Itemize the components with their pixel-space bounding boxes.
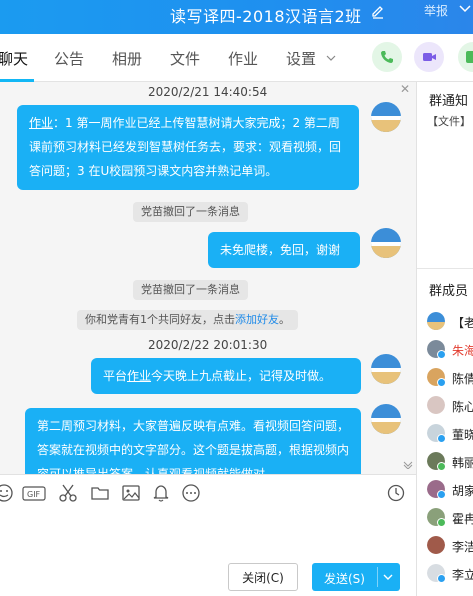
- add-friend-link[interactable]: 添加好友: [235, 313, 279, 326]
- status-badge: [437, 378, 446, 387]
- message-bubble[interactable]: 未免爬楼，免回，谢谢: [208, 232, 360, 268]
- member-item[interactable]: 陈倩: [427, 368, 473, 388]
- folder-icon[interactable]: [90, 483, 110, 503]
- gif-icon[interactable]: GIF: [22, 483, 46, 503]
- chevron-down-icon[interactable]: [458, 2, 472, 16]
- close-icon[interactable]: ✕: [400, 82, 410, 96]
- voice-call-button[interactable]: [372, 42, 402, 72]
- svg-text:GIF: GIF: [27, 490, 41, 499]
- scroll-down-icon[interactable]: [403, 461, 413, 469]
- members-title: 群成员: [429, 284, 469, 299]
- settings-chevron-icon[interactable]: [326, 54, 336, 62]
- chat-history[interactable]: ✕ 2020/2/21 14:40:54 作业：1 第一周作业已经上传智慧树请大…: [0, 82, 416, 474]
- avatar: [427, 396, 445, 414]
- member-item[interactable]: 陈心: [427, 396, 473, 416]
- message-composer[interactable]: GIF 关闭(C) 发送(S): [0, 474, 416, 596]
- member-name: 霍冉: [452, 512, 473, 526]
- tab-files[interactable]: 文件: [170, 48, 200, 69]
- member-item[interactable]: 【老: [427, 312, 473, 332]
- member-item[interactable]: 霍冉: [427, 508, 473, 528]
- status-badge: [437, 462, 446, 471]
- title-bar: 读写译四-2018汉语言2班 举报: [0, 0, 473, 34]
- member-name: 陈倩: [452, 372, 473, 386]
- video-icon: [423, 53, 436, 61]
- group-notice-item[interactable]: 【文件】: [427, 113, 471, 129]
- avatar: [427, 312, 445, 330]
- member-item[interactable]: 胡家: [427, 480, 473, 500]
- tab-chat[interactable]: 聊天: [0, 48, 28, 69]
- member-name: 董晓: [452, 428, 473, 442]
- member-name: 韩丽: [452, 456, 473, 470]
- scissors-icon[interactable]: [58, 483, 78, 503]
- message-bubble[interactable]: 第二周预习材料，大家普遍反映有点难。看视频回答问题，答案就在视频中的文字部分。这…: [25, 408, 361, 474]
- class-icon: [466, 51, 473, 63]
- video-call-button[interactable]: [414, 42, 444, 72]
- group-sidebar: 群通知 【文件】 群成员 【老 朱海 陈倩 陈心 董晓 韩丽 胡家 霍冉: [416, 82, 473, 596]
- friend-suggestion: 你和党青有1个共同好友，点击添加好友。: [77, 310, 298, 330]
- class-tool-button[interactable]: [458, 42, 473, 72]
- recall-notice: 党苗撤回了一条消息: [133, 202, 248, 222]
- tab-homework[interactable]: 作业: [228, 48, 258, 69]
- group-notice-title[interactable]: 群通知: [429, 90, 468, 109]
- recall-notice: 党苗撤回了一条消息: [133, 280, 248, 300]
- send-label: 发送(S): [324, 572, 365, 586]
- avatar[interactable]: [371, 354, 401, 384]
- send-button[interactable]: 发送(S): [312, 563, 400, 591]
- close-button[interactable]: 关闭(C): [228, 563, 298, 591]
- member-name: 朱海: [452, 344, 473, 358]
- status-badge: [437, 490, 446, 499]
- member-item[interactable]: 韩丽: [427, 452, 473, 472]
- tab-bar: 聊天 公告 相册 文件 作业 设置: [0, 34, 473, 82]
- message-text: ：1 第一周作业已经上传智慧树请大家完成；2 第二周课前预习材料已经发到智慧树任…: [29, 116, 342, 178]
- member-name: 李立: [452, 568, 473, 582]
- message-bubble[interactable]: 平台作业今天晚上九点截止，记得及时做。: [91, 358, 361, 394]
- status-badge: [437, 350, 446, 359]
- timestamp: 2020/2/22 20:01:30: [148, 338, 268, 352]
- message-bubble[interactable]: 作业：1 第一周作业已经上传智慧树请大家完成；2 第二周课前预习材料已经发到智慧…: [17, 105, 359, 190]
- avatar: [427, 536, 445, 554]
- image-icon[interactable]: [121, 483, 141, 503]
- member-item[interactable]: 李洁: [427, 536, 473, 556]
- report-link[interactable]: 举报: [424, 2, 448, 19]
- send-divider: [377, 567, 378, 587]
- member-name: 李洁: [452, 540, 473, 554]
- phone-icon: [381, 51, 393, 63]
- history-clock-icon[interactable]: [386, 483, 406, 503]
- status-badge: [437, 518, 446, 527]
- member-name: 【老: [452, 316, 473, 330]
- tab-announcements[interactable]: 公告: [54, 48, 84, 69]
- avatar[interactable]: [371, 404, 401, 434]
- message-text: 第二周预习材料，大家普遍反映有点难。看视频回答问题，答案就在视频中的文字部分。这…: [37, 419, 350, 474]
- window-title: 读写译四-2018汉语言2班: [170, 7, 362, 26]
- bell-icon[interactable]: [151, 483, 171, 503]
- avatar[interactable]: [371, 228, 401, 258]
- status-badge: [437, 574, 446, 583]
- homework-link[interactable]: 作业: [127, 369, 151, 383]
- member-item[interactable]: 董晓: [427, 424, 473, 444]
- emoji-icon[interactable]: [0, 483, 14, 503]
- edit-icon[interactable]: [370, 4, 386, 20]
- member-name: 陈心: [452, 400, 473, 414]
- tab-album[interactable]: 相册: [112, 48, 142, 69]
- message-text: 未免爬楼，免回，谢谢: [220, 243, 341, 257]
- member-item[interactable]: 朱海: [427, 340, 473, 360]
- tab-settings[interactable]: 设置: [286, 48, 316, 69]
- send-options-chevron-icon[interactable]: [382, 573, 394, 581]
- avatar[interactable]: [371, 102, 401, 132]
- status-badge: [437, 434, 446, 443]
- more-icon[interactable]: [181, 483, 201, 503]
- divider: [417, 268, 473, 269]
- member-name: 胡家: [452, 484, 473, 498]
- homework-link[interactable]: 作业: [29, 116, 53, 130]
- member-item[interactable]: 李立: [427, 564, 473, 584]
- timestamp: 2020/2/21 14:40:54: [148, 85, 268, 99]
